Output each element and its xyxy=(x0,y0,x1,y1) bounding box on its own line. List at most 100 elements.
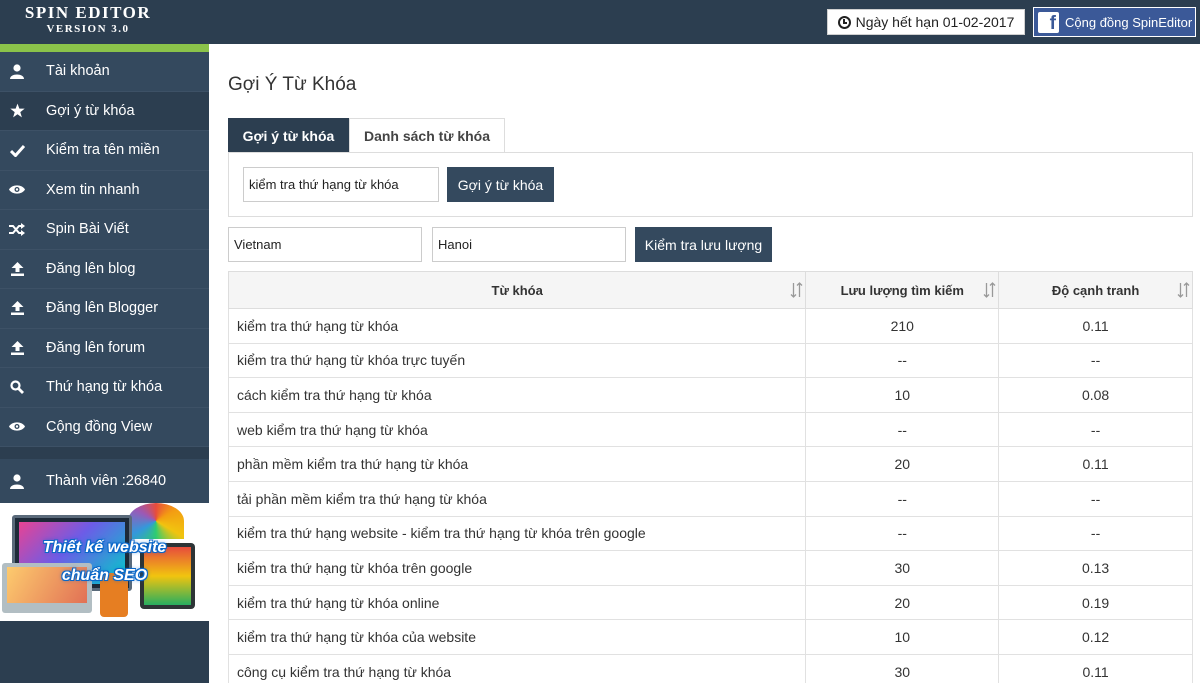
table-row[interactable]: cách kiểm tra thứ hạng từ khóa 10 0.08 xyxy=(227,377,1193,413)
sidebar-item-account[interactable]: Tài khoản xyxy=(0,52,209,92)
column-header-label: Độ cạnh tranh xyxy=(1051,282,1140,298)
search-volume-cell: 30 xyxy=(805,653,1000,683)
expiry-badge: Ngày hết hạn 01-02-2017 xyxy=(827,9,1025,35)
table-row[interactable]: web kiểm tra thứ hạng từ khóa -- -- xyxy=(227,411,1193,448)
competition-cell: 0.12 xyxy=(998,619,1193,655)
search-volume-cell: 210 xyxy=(805,308,1000,344)
table-row[interactable]: công cụ kiểm tra thứ hạng từ khóa 30 0.11 xyxy=(227,653,1193,683)
expiry-text: Ngày hết hạn 01-02-2017 xyxy=(855,14,1015,30)
sidebar-item-post-blog[interactable]: Đăng lên blog xyxy=(0,249,209,289)
suggest-keyword-button[interactable]: Gợi ý từ khóa xyxy=(447,167,554,202)
column-header-keyword[interactable]: Từ khóa xyxy=(227,271,807,309)
search-volume-cell: -- xyxy=(805,515,1000,552)
sort-icon[interactable] xyxy=(983,282,996,298)
sidebar-item-keyword-suggest[interactable]: Gợi ý từ khóa xyxy=(0,91,209,131)
sidebar-item-post-forum[interactable]: Đăng lên forum xyxy=(0,328,209,368)
competition-cell: -- xyxy=(998,515,1193,552)
sidebar-item-community-view[interactable]: Cộng đồng View xyxy=(0,407,209,447)
sidebar-item-label: Gợi ý từ khóa xyxy=(46,102,135,119)
competition-cell: 0.08 xyxy=(998,377,1193,413)
banner-line-1: Thiết kế website xyxy=(42,539,167,556)
page-title: Gợi Ý Từ Khóa xyxy=(228,74,357,95)
table-row[interactable]: kiểm tra thứ hạng từ khóa online 20 0.19 xyxy=(227,584,1193,621)
search-volume-cell: -- xyxy=(805,411,1000,448)
keyword-cell: kiểm tra thứ hạng từ khóa trực tuyến xyxy=(227,342,807,379)
keyword-cell: kiểm tra thứ hạng từ khóa xyxy=(227,308,807,344)
search-volume-cell: 10 xyxy=(805,377,1000,413)
sidebar-item-keyword-rank[interactable]: Thứ hạng từ khóa xyxy=(0,368,209,408)
banner-line-2: chuẩn SEO xyxy=(61,567,148,584)
logo-version: VERSION 3.0 xyxy=(46,23,130,35)
sidebar: Tài khoản Gợi ý từ khóa Kiểm tra tên miề… xyxy=(0,44,209,683)
country-input[interactable]: Vietnam xyxy=(228,227,422,262)
sidebar-accent-strip xyxy=(0,44,209,52)
table-row[interactable]: kiểm tra thứ hạng từ khóa trực tuyến -- -- xyxy=(227,342,1193,379)
keyword-cell: web kiểm tra thứ hạng từ khóa xyxy=(227,411,807,448)
check-traffic-button[interactable]: Kiểm tra lưu lượng xyxy=(635,227,772,262)
keyword-cell: kiểm tra thứ hạng từ khóa trên google xyxy=(227,550,807,586)
city-input[interactable]: Hanoi xyxy=(432,227,626,262)
keyword-input[interactable]: kiểm tra thứ hạng từ khóa xyxy=(243,167,439,202)
sidebar-item-label: Kiểm tra tên miền xyxy=(46,142,160,159)
column-header-competition[interactable]: Độ cạnh tranh xyxy=(998,271,1193,309)
keyword-cell: kiểm tra thứ hạng website - kiểm tra thứ… xyxy=(227,515,807,552)
competition-cell: 0.11 xyxy=(998,308,1193,344)
competition-cell: 0.13 xyxy=(998,550,1193,586)
sidebar-spacer xyxy=(0,447,209,459)
tab-bar: Gợi ý từ khóa Danh sách từ khóa xyxy=(228,118,505,153)
search-volume-cell: -- xyxy=(805,342,1000,379)
keyword-cell: kiểm tra thứ hạng từ khóa online xyxy=(227,584,807,621)
star-icon xyxy=(8,102,26,120)
competition-cell: 0.11 xyxy=(998,653,1193,683)
facebook-icon: f xyxy=(1038,11,1059,33)
competition-cell: 0.19 xyxy=(998,584,1193,621)
sidebar-footer xyxy=(0,621,209,681)
keyword-table: Từ khóa Lưu lượng tìm kiếm Độ cạnh tranh… xyxy=(227,271,1193,683)
competition-cell: -- xyxy=(998,480,1193,517)
sidebar-item-post-blogger[interactable]: Đăng lên Blogger xyxy=(0,289,209,329)
member-count: Thành viên :26840 xyxy=(0,459,209,503)
column-header-label: Lưu lượng tìm kiếm xyxy=(840,282,964,298)
upload-icon xyxy=(8,260,26,278)
column-header-search-volume[interactable]: Lưu lượng tìm kiếm xyxy=(805,271,1000,309)
sidebar-item-quick-news[interactable]: Xem tin nhanh xyxy=(0,170,209,210)
keyword-cell: tải phần mềm kiểm tra thứ hạng từ khóa xyxy=(227,480,807,517)
facebook-community-button[interactable]: f Cộng đồng SpinEditor xyxy=(1033,7,1196,37)
eye-icon xyxy=(8,181,26,199)
tab-keyword-list[interactable]: Danh sách từ khóa xyxy=(349,118,505,153)
search-volume-cell: 20 xyxy=(805,584,1000,621)
sidebar-item-label: Đăng lên Blogger xyxy=(46,300,159,317)
user-icon xyxy=(8,62,26,80)
upload-icon xyxy=(8,299,26,317)
sort-icon[interactable] xyxy=(1177,282,1190,298)
sidebar-item-spin-article[interactable]: Spin Bài Viết xyxy=(0,210,209,250)
competition-cell: -- xyxy=(998,342,1193,379)
competition-cell: 0.11 xyxy=(998,446,1193,482)
seo-website-banner[interactable]: Thiết kế website chuẩn SEO xyxy=(0,503,209,621)
table-row[interactable]: kiểm tra thứ hạng website - kiểm tra thứ… xyxy=(227,515,1193,552)
competition-cell: -- xyxy=(998,411,1193,448)
search-volume-cell: 30 xyxy=(805,550,1000,586)
search-volume-cell: 10 xyxy=(805,619,1000,655)
top-bar: SPIN EDITOR VERSION 3.0 Ngày hết hạn 01-… xyxy=(0,0,1200,44)
table-row[interactable]: kiểm tra thứ hạng từ khóa của website 10 0… xyxy=(227,619,1193,655)
keyword-cell: kiểm tra thứ hạng từ khóa của website xyxy=(227,619,807,655)
sort-icon[interactable] xyxy=(790,282,803,298)
search-volume-cell: 20 xyxy=(805,446,1000,482)
table-row[interactable]: kiểm tra thứ hạng từ khóa trên google 30 0… xyxy=(227,550,1193,586)
clock-icon xyxy=(837,15,851,29)
logo-title: SPIN EDITOR xyxy=(24,3,152,22)
upload-icon xyxy=(8,339,26,357)
table-row[interactable]: tải phần mềm kiểm tra thứ hạng từ khóa --… xyxy=(227,480,1193,517)
sidebar-item-domain-check[interactable]: Kiểm tra tên miền xyxy=(0,131,209,171)
shuffle-icon xyxy=(8,220,26,238)
color-wheel-graphic xyxy=(128,503,184,539)
search-volume-cell: -- xyxy=(805,480,1000,517)
facebook-label: Cộng đồng SpinEditor xyxy=(1065,14,1193,30)
sidebar-item-label: Thứ hạng từ khóa xyxy=(46,379,163,396)
keyword-cell: công cụ kiểm tra thứ hạng từ khóa xyxy=(227,653,807,683)
tab-keyword-suggest[interactable]: Gợi ý từ khóa xyxy=(228,118,349,153)
table-row[interactable]: phần mềm kiểm tra thứ hạng từ khóa 20 0.11 xyxy=(227,446,1193,482)
app-logo[interactable]: SPIN EDITOR VERSION 3.0 xyxy=(0,0,176,44)
table-row[interactable]: kiểm tra thứ hạng từ khóa 210 0.11 xyxy=(227,308,1193,344)
